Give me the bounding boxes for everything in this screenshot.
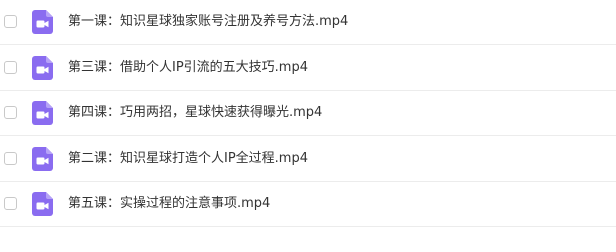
file-name[interactable]: 第四课：巧用两招，星球快速获得曝光.mp4 — [68, 104, 322, 122]
row-checkbox[interactable] — [4, 197, 17, 210]
file-name[interactable]: 第五课：实操过程的注意事项.mp4 — [68, 195, 270, 213]
row-checkbox[interactable] — [4, 61, 17, 74]
file-name[interactable]: 第二课：知识星球打造个人IP全过程.mp4 — [68, 150, 308, 168]
video-file-icon — [32, 147, 53, 171]
row-checkbox[interactable] — [4, 106, 17, 119]
file-row[interactable]: 第一课：知识星球独家账号注册及养号方法.mp4 — [0, 0, 616, 45]
file-name[interactable]: 第一课：知识星球独家账号注册及养号方法.mp4 — [68, 13, 348, 31]
video-file-icon — [32, 56, 53, 80]
file-row[interactable]: 第三课：借助个人IP引流的五大技巧.mp4 — [0, 46, 616, 91]
video-file-icon — [32, 10, 53, 34]
file-row[interactable]: 第五课：实操过程的注意事项.mp4 — [0, 182, 616, 227]
row-checkbox[interactable] — [4, 152, 17, 165]
file-list: 第一课：知识星球独家账号注册及养号方法.mp4 第三课：借助个人IP引流的五大技… — [0, 0, 616, 252]
file-row[interactable]: 第四课：巧用两招，星球快速获得曝光.mp4 — [0, 91, 616, 136]
file-name[interactable]: 第三课：借助个人IP引流的五大技巧.mp4 — [68, 59, 308, 77]
file-row[interactable]: 第二课：知识星球打造个人IP全过程.mp4 — [0, 137, 616, 182]
video-file-icon — [32, 192, 53, 216]
row-checkbox[interactable] — [4, 15, 17, 28]
video-file-icon — [32, 101, 53, 125]
